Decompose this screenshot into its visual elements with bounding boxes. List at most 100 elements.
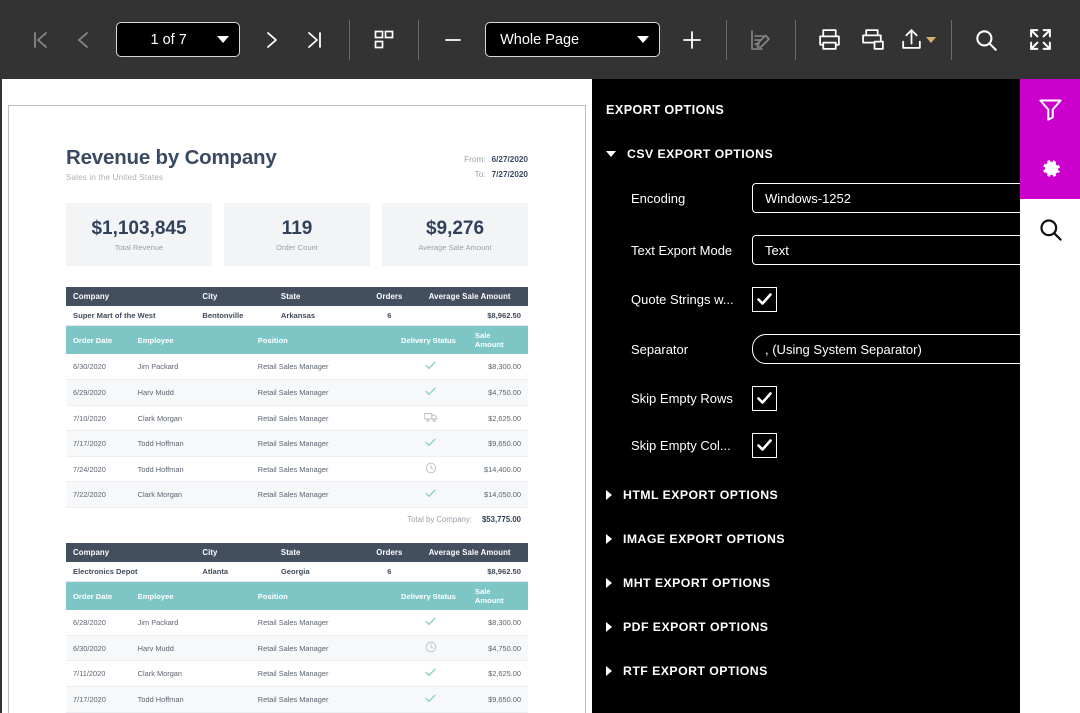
table-row: 7/11/2020 Clark Morgan Retail Sales Manage… <box>66 660 528 687</box>
column-header: State <box>273 543 358 562</box>
section-pdf-export-options[interactable]: PDF EXPORT OPTIONS <box>606 620 1080 634</box>
employee-position: Retail Sales Manager <box>250 430 394 457</box>
page-selector[interactable]: 1 of 7 <box>115 22 240 57</box>
skip-empty-rows-label: Skip Empty Rows <box>631 391 733 406</box>
delivery-status <box>394 610 468 636</box>
order-date: 6/30/2020 <box>66 635 131 661</box>
sale-amount: $2,625.00 <box>467 405 528 431</box>
status-pending-icon <box>425 641 437 655</box>
edit-fields-button[interactable] <box>739 18 783 62</box>
section-mht-export-options[interactable]: MHT EXPORT OPTIONS <box>606 576 1080 590</box>
company-state: Arkansas <box>273 306 358 326</box>
toolbar-divider <box>951 19 953 60</box>
detail-table: Order Date Employee Position Delivery Statu… <box>66 582 528 713</box>
check-icon <box>757 293 772 305</box>
delivery-status <box>394 686 468 713</box>
order-date: 6/28/2020 <box>66 610 131 636</box>
section-label: HTML EXPORT OPTIONS <box>623 488 779 502</box>
zoom-selector[interactable]: Whole Page <box>485 22 660 57</box>
employee-position: Retail Sales Manager <box>250 456 394 482</box>
encoding-value: Windows-1252 <box>765 190 851 206</box>
delivery-status <box>394 405 468 431</box>
kpi-card: $1,103,845 Total Revenue <box>66 203 212 266</box>
group-total-row: Total by Company: $53,775.00 <box>66 507 528 528</box>
sale-amount: $4,750.00 <box>467 379 528 406</box>
toolbar-divider <box>794 19 796 60</box>
zoom-in-button[interactable] <box>670 18 714 62</box>
triangle-down-icon <box>606 151 616 157</box>
report-date-range: From: 6/27/2020 To: 7/27/2020 <box>464 146 528 182</box>
search-panel-button[interactable] <box>1020 199 1080 259</box>
field-quote-strings: Quote Strings w... <box>606 287 1080 312</box>
export-options-panel: EXPORT OPTIONS CSV EXPORT OPTIONS Encodi… <box>592 79 1080 713</box>
status-delivered-icon <box>424 694 437 707</box>
document-viewer[interactable]: Revenue by Company Sales in the United S… <box>0 79 592 713</box>
table-row: 7/17/2020 Todd Hoffman Retail Sales Manage… <box>66 430 528 457</box>
company-city: Atlanta <box>195 562 274 582</box>
employee-name: Todd Hoffman <box>130 430 251 457</box>
table-row: 6/28/2020 Jim Packard Retail Sales Manager… <box>66 610 528 636</box>
table-row: 6/29/2020 Harv Mudd Retail Sales Manager $4… <box>66 379 528 406</box>
print-page-button[interactable] <box>851 18 895 62</box>
encoding-select[interactable]: Windows-1252 <box>752 183 1050 213</box>
text-export-mode-select[interactable]: Text <box>752 235 1050 265</box>
parameters-filter-button[interactable] <box>1020 79 1080 139</box>
column-header: Orders <box>357 287 422 306</box>
company-avg-sale: $8,962.50 <box>421 562 528 582</box>
kpi-card: 119 Order Count <box>224 203 370 266</box>
delivery-status <box>394 635 468 661</box>
last-page-button[interactable] <box>293 18 337 62</box>
kpi-cards: $1,103,845 Total Revenue 119 Order Count $9,… <box>66 203 528 266</box>
section-csv-export-options[interactable]: CSV EXPORT OPTIONS <box>606 147 1080 161</box>
field-text-export-mode: Text Export Mode Text <box>606 235 1080 265</box>
section-html-export-options[interactable]: HTML EXPORT OPTIONS <box>606 488 1080 502</box>
section-rtf-export-options[interactable]: RTF EXPORT OPTIONS <box>606 664 1080 678</box>
next-page-button[interactable] <box>250 18 294 62</box>
employee-name: Harv Mudd <box>130 379 251 406</box>
column-header: Order Date <box>66 582 131 610</box>
field-skip-empty-cols: Skip Empty Col... <box>606 433 1080 458</box>
company-group: Company City State Orders Average Sale Amoun… <box>66 543 528 713</box>
column-header: City <box>195 543 274 562</box>
skip-empty-cols-checkbox[interactable] <box>752 433 777 458</box>
order-date: 7/17/2020 <box>66 686 131 713</box>
triangle-right-icon <box>606 622 612 632</box>
separator-label: Separator <box>631 341 689 357</box>
delivery-status <box>394 660 468 687</box>
toolbar: 1 of 7 Whole Page <box>0 0 1080 79</box>
column-header: Sale Amount <box>467 582 528 610</box>
column-header: Delivery Status <box>394 326 468 354</box>
column-header: Employee <box>130 326 251 354</box>
column-header: Company <box>66 287 196 306</box>
chevron-down-icon <box>925 36 936 43</box>
column-header: Position <box>250 582 394 610</box>
full-screen-button[interactable] <box>1018 18 1062 62</box>
print-button[interactable] <box>808 18 852 62</box>
employee-position: Retail Sales Manager <box>250 686 394 713</box>
kpi-card: $9,276 Average Sale Amount <box>382 203 528 266</box>
total-value: $53,775.00 <box>481 515 521 524</box>
employee-name: Todd Hoffman <box>130 686 251 713</box>
order-date: 6/30/2020 <box>66 354 131 380</box>
company-city: Bentonville <box>195 306 274 326</box>
sale-amount: $9,650.00 <box>467 686 528 713</box>
separator-input[interactable]: , (Using System Separator) <box>752 334 1050 364</box>
sale-amount: $14,050.00 <box>467 481 528 508</box>
gear-icon <box>1042 159 1060 177</box>
export-options-button[interactable] <box>1020 139 1080 199</box>
search-button[interactable] <box>964 18 1008 62</box>
sale-amount: $8,300.00 <box>467 354 528 380</box>
first-page-button[interactable] <box>18 18 62 62</box>
export-button[interactable] <box>895 18 939 62</box>
table-row: 7/22/2020 Clark Morgan Retail Sales Manage… <box>66 481 528 508</box>
separator-value: , (Using System Separator) <box>765 341 922 357</box>
triangle-right-icon <box>606 666 612 676</box>
skip-empty-rows-checkbox[interactable] <box>752 386 777 411</box>
previous-page-button[interactable] <box>62 18 106 62</box>
status-delivered-icon <box>424 438 437 451</box>
multipage-view-button[interactable] <box>362 18 406 62</box>
zoom-out-button[interactable] <box>431 18 475 62</box>
quote-strings-checkbox[interactable] <box>752 287 777 312</box>
section-image-export-options[interactable]: IMAGE EXPORT OPTIONS <box>606 532 1080 546</box>
report-title: Revenue by Company <box>66 146 277 169</box>
